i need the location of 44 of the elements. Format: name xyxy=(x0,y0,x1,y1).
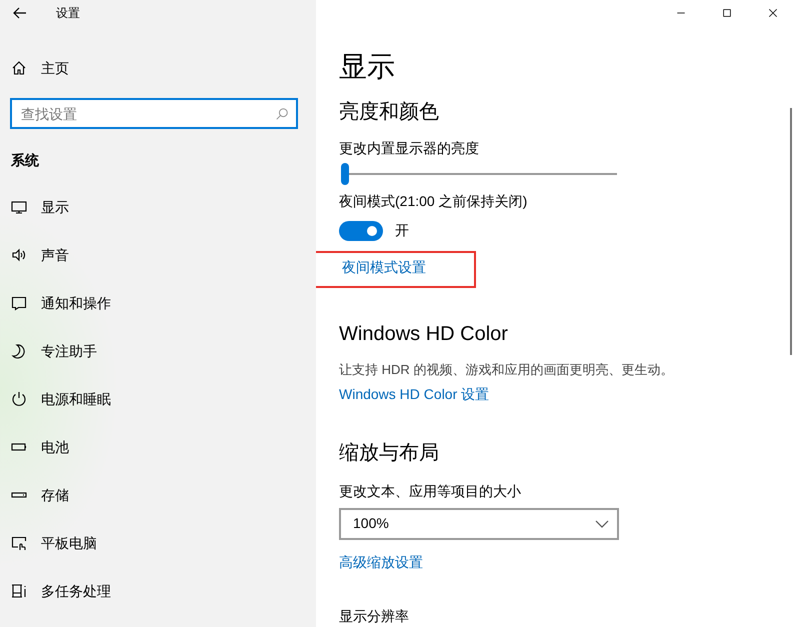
chevron-down-icon xyxy=(595,520,609,528)
section-heading: 缩放与布局 xyxy=(339,440,440,466)
sidebar-item[interactable]: 存储 xyxy=(0,471,316,519)
sidebar-item[interactable]: 电池 xyxy=(0,423,316,471)
section-heading: Windows HD Color xyxy=(339,322,509,347)
search-field[interactable]: 查找设置 xyxy=(10,98,298,129)
maximize-icon xyxy=(721,7,733,19)
section-heading: 亮度和颜色 xyxy=(339,100,440,125)
message-icon xyxy=(11,295,27,311)
section-heading: 系统 xyxy=(11,151,40,170)
window-title: 设置 xyxy=(56,5,80,22)
sidebar-item[interactable]: 显示 xyxy=(0,183,316,231)
toggle-state: 开 xyxy=(395,221,409,240)
search-icon xyxy=(275,107,289,121)
multitask-icon xyxy=(11,583,27,599)
slider-thumb[interactable] xyxy=(341,163,349,185)
scale-label: 更改文本、应用等项目的大小 xyxy=(339,482,522,500)
power-icon xyxy=(11,391,27,407)
close-icon xyxy=(767,7,779,19)
home-item[interactable]: 主页 xyxy=(0,44,316,92)
hdr-description: 让支持 HDR 的视频、游戏和应用的画面更明亮、更生动。 xyxy=(339,361,674,379)
speaker-icon xyxy=(11,247,27,263)
arrow-left-icon xyxy=(12,5,28,21)
home-icon xyxy=(11,60,27,76)
hd-color-settings-link[interactable]: Windows HD Color 设置 xyxy=(339,386,490,402)
sidebar-item[interactable]: 电源和睡眠 xyxy=(0,375,316,423)
night-mode-toggle[interactable] xyxy=(339,220,383,240)
sidebar-item[interactable]: 通知和操作 xyxy=(0,279,316,327)
tablet-icon xyxy=(11,535,27,551)
moon-icon xyxy=(11,343,27,359)
page-title: 显示 xyxy=(339,50,396,84)
sidebar-item[interactable]: 多任务处理 xyxy=(0,567,316,615)
brightness-label: 更改内置显示器的亮度 xyxy=(339,139,480,158)
night-mode-settings-link[interactable]: 夜间模式设置 xyxy=(342,259,426,275)
sidebar-item[interactable]: 声音 xyxy=(0,231,316,279)
night-mode-label: 夜间模式(21:00 之前保持关闭) xyxy=(339,192,528,211)
advanced-scaling-link[interactable]: 高级缩放设置 xyxy=(339,554,423,570)
scrollbar[interactable] xyxy=(790,108,792,355)
monitor-icon xyxy=(11,199,27,215)
sidebar-item[interactable]: 专注助手 xyxy=(0,327,316,375)
resolution-label: 显示分辨率 xyxy=(339,608,409,625)
sidebar-item[interactable]: 平板电脑 xyxy=(0,519,316,567)
scale-dropdown[interactable]: 100% xyxy=(339,508,619,540)
brightness-slider[interactable] xyxy=(341,163,617,185)
